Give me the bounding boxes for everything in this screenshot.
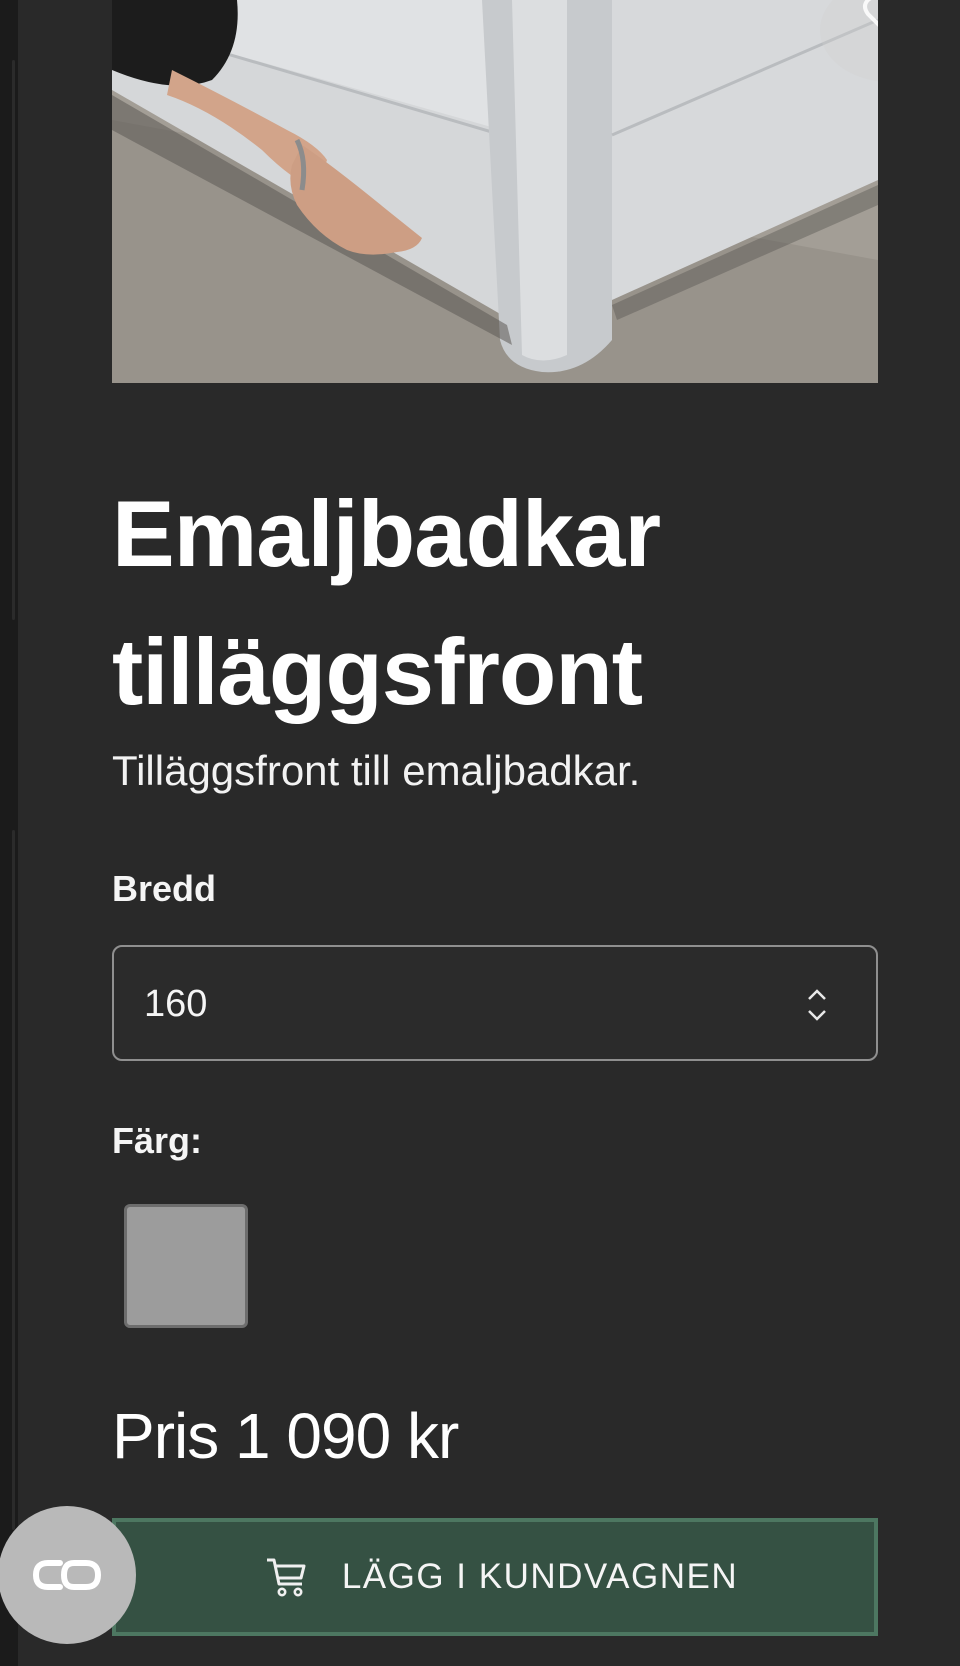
product-description: Tilläggsfront till emaljbadkar.: [112, 747, 641, 794]
cart-icon: [266, 1558, 306, 1597]
edge-scroll-indicator-bottom: [12, 830, 15, 1530]
left-edge-strip: [0, 0, 18, 1666]
bathtub-photo: [112, 0, 878, 383]
product-title: Emaljbadkar tilläggsfront: [112, 481, 661, 724]
link-icon: [32, 1560, 102, 1590]
product-image[interactable]: [112, 0, 878, 383]
color-label: Färg:: [112, 1120, 202, 1161]
add-to-cart-button[interactable]: LÄGG I KUNDVAGNEN: [112, 1518, 878, 1636]
width-label: Bredd: [112, 868, 217, 909]
add-to-cart-label: LÄGG I KUNDVAGNEN: [341, 1557, 739, 1596]
width-selected-value: 160: [144, 983, 208, 1025]
wishlist-heart-icon: [863, 0, 878, 27]
color-swatch-grey[interactable]: [124, 1204, 248, 1328]
chevron-up-down-icon: [808, 989, 826, 1021]
floating-link-button[interactable]: [0, 1506, 136, 1644]
width-select[interactable]: 160: [112, 945, 878, 1061]
edge-scroll-indicator-top: [12, 60, 15, 620]
product-price: Pris 1 090 kr: [112, 1400, 459, 1472]
